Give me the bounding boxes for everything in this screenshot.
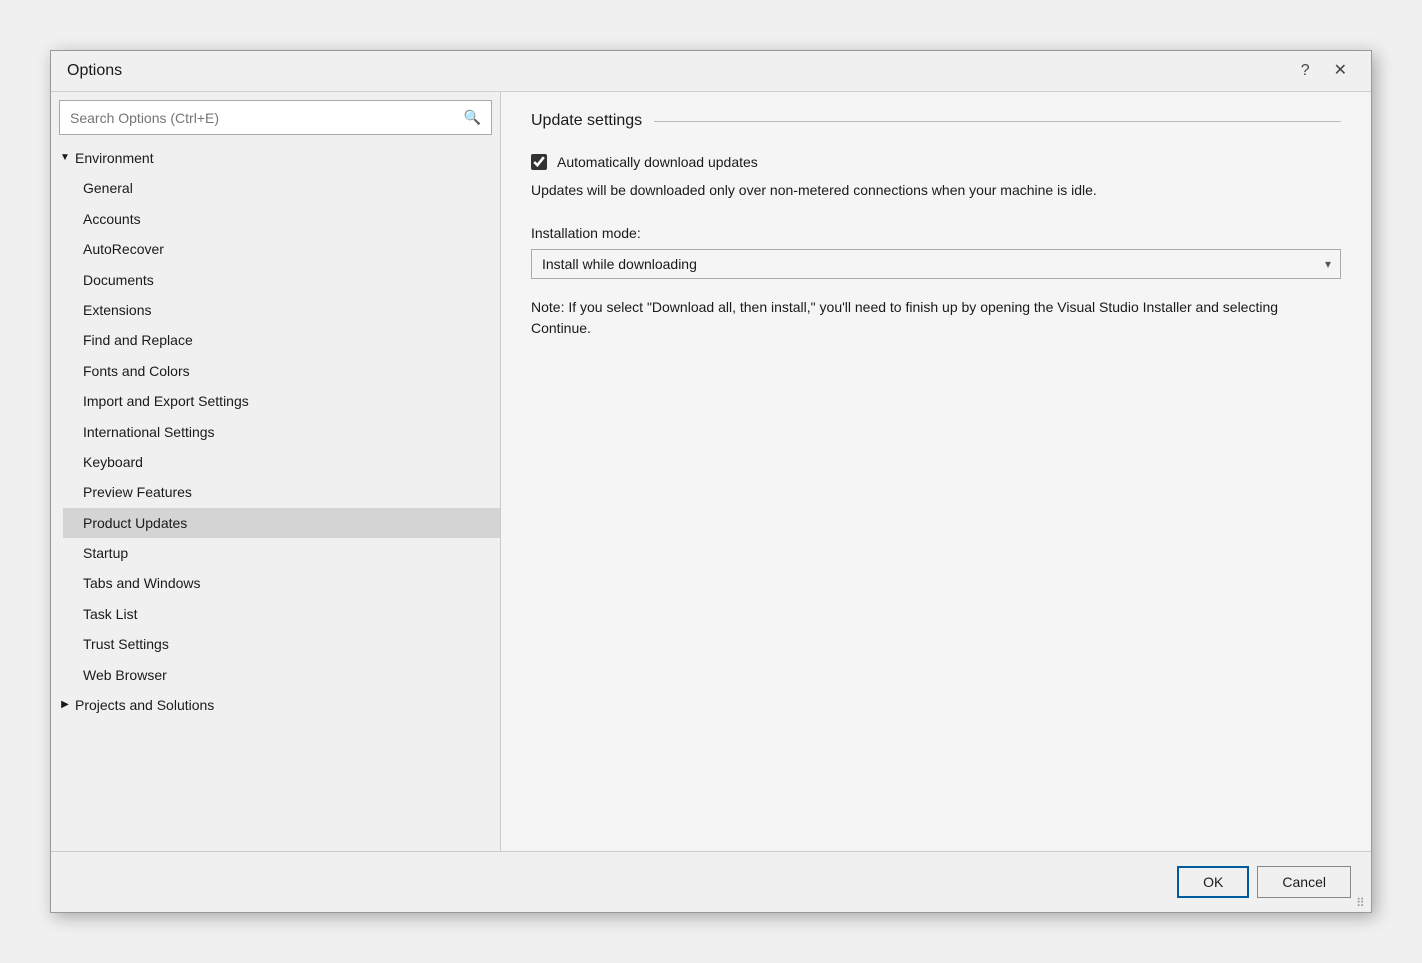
ok-button[interactable]: OK <box>1177 866 1249 898</box>
projects-label: Projects and Solutions <box>75 694 214 716</box>
tree-item-product-updates[interactable]: Product Updates <box>63 508 500 538</box>
search-box[interactable]: 🔍 <box>59 100 492 135</box>
tree-item-import-export[interactable]: Import and Export Settings <box>63 386 500 416</box>
resize-handle[interactable]: ⠿ <box>1356 897 1368 909</box>
cancel-button[interactable]: Cancel <box>1257 866 1351 898</box>
dialog-footer: OK Cancel <box>51 851 1371 912</box>
environment-label: Environment <box>75 147 154 169</box>
tree-item-international[interactable]: International Settings <box>63 417 500 447</box>
section-divider <box>654 121 1341 122</box>
auto-download-label: Automatically download updates <box>557 154 758 170</box>
installation-mode-dropdown[interactable]: Install while downloading Download all, … <box>531 249 1341 279</box>
tree-item-task-list[interactable]: Task List <box>63 599 500 629</box>
installation-mode-label: Installation mode: <box>531 225 1341 241</box>
search-icon: 🔍 <box>464 109 481 126</box>
dialog-body: 🔍 ▼ Environment General Accounts AutoRec… <box>51 92 1371 851</box>
title-bar: Options ? ✕ <box>51 51 1371 92</box>
search-input[interactable] <box>70 110 464 126</box>
tree-item-accounts[interactable]: Accounts <box>63 204 500 234</box>
tree-item-preview[interactable]: Preview Features <box>63 477 500 507</box>
options-dialog: Options ? ✕ 🔍 ▼ Environment <box>50 50 1372 913</box>
chevron-down-icon: ▼ <box>59 150 71 166</box>
tree-item-general[interactable]: General <box>63 173 500 203</box>
note-text: Note: If you select "Download all, then … <box>531 297 1281 339</box>
dialog-title: Options <box>67 62 122 80</box>
dropdown-wrapper: Install while downloading Download all, … <box>531 249 1341 279</box>
tree-item-find-replace[interactable]: Find and Replace <box>63 325 500 355</box>
tree-item-extensions[interactable]: Extensions <box>63 295 500 325</box>
tree-item-projects[interactable]: ▶ Projects and Solutions <box>51 690 500 720</box>
environment-children: General Accounts AutoRecover Documents E… <box>51 173 500 690</box>
section-header: Update settings <box>531 112 1341 130</box>
auto-download-checkbox[interactable] <box>531 154 547 170</box>
section-title: Update settings <box>531 112 642 130</box>
tree-item-fonts-colors[interactable]: Fonts and Colors <box>63 356 500 386</box>
tree-item-trust-settings[interactable]: Trust Settings <box>63 629 500 659</box>
title-bar-controls: ? ✕ <box>1293 61 1355 81</box>
tree-item-web-browser[interactable]: Web Browser <box>63 660 500 690</box>
close-button[interactable]: ✕ <box>1326 61 1355 81</box>
chevron-right-icon: ▶ <box>59 697 71 713</box>
auto-download-description: Updates will be downloaded only over non… <box>531 180 1281 201</box>
help-button[interactable]: ? <box>1293 61 1318 81</box>
tree-item-keyboard[interactable]: Keyboard <box>63 447 500 477</box>
tree-item-environment[interactable]: ▼ Environment <box>51 143 500 173</box>
tree-item-startup[interactable]: Startup <box>63 538 500 568</box>
left-panel: 🔍 ▼ Environment General Accounts AutoRec… <box>51 92 501 851</box>
tree-item-tabs-windows[interactable]: Tabs and Windows <box>63 568 500 598</box>
tree-item-documents[interactable]: Documents <box>63 265 500 295</box>
tree-view: ▼ Environment General Accounts AutoRecov… <box>51 143 500 851</box>
tree-item-autorecover[interactable]: AutoRecover <box>63 234 500 264</box>
auto-download-row: Automatically download updates <box>531 154 1341 170</box>
right-panel: Update settings Automatically download u… <box>501 92 1371 851</box>
